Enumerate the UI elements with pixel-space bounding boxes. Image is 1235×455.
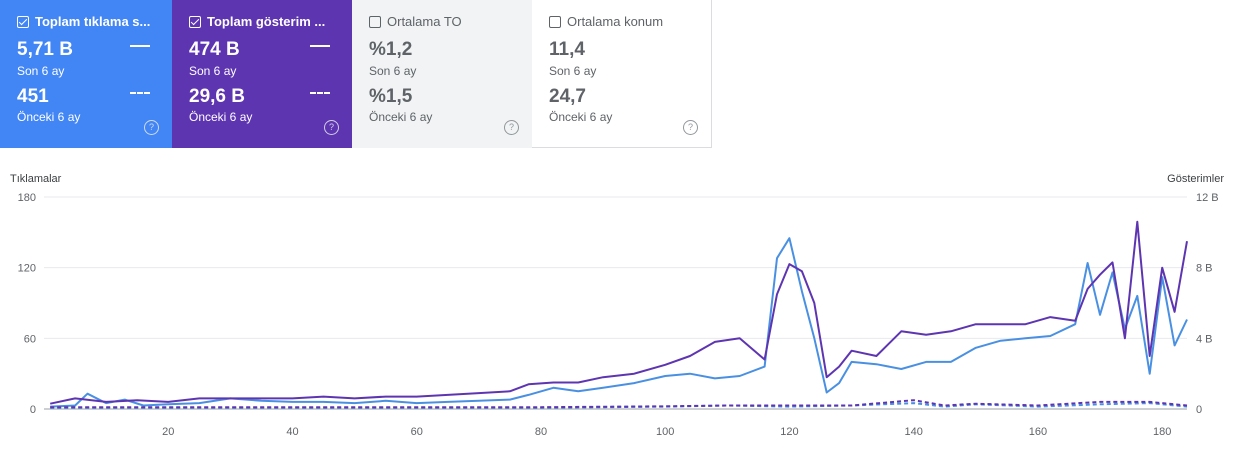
right-tick-label: 12 B: [1196, 192, 1219, 204]
previous-value: 24,7: [549, 86, 586, 107]
checkbox-checked-icon[interactable]: [17, 15, 29, 28]
checkbox-unchecked-icon[interactable]: [369, 15, 381, 28]
metric-cards: Toplam tıklama s... 5,71 B Son 6 ay 451 …: [0, 0, 712, 148]
help-icon[interactable]: ?: [144, 120, 159, 135]
current-period-label: Son 6 ay: [369, 64, 417, 78]
x-tick-label: 60: [411, 426, 423, 438]
left-tick-label: 0: [30, 404, 36, 416]
card-label: Ortalama TO: [387, 14, 462, 29]
x-tick-label: 140: [904, 426, 922, 438]
right-axis-title: Gösterimler: [1167, 173, 1224, 185]
current-value: 5,71 B: [17, 39, 73, 60]
previous-period-label: Önceki 6 ay: [189, 110, 253, 124]
card-header[interactable]: Ortalama TO: [369, 14, 462, 29]
dashed-line-legend-icon: [310, 92, 330, 94]
card-header[interactable]: Toplam gösterim ...: [189, 14, 325, 29]
current-period-label: Son 6 ay: [17, 64, 65, 78]
impressions-solid-series-line: [49, 220, 1188, 405]
help-icon[interactable]: ?: [504, 120, 519, 135]
previous-value: %1,5: [369, 86, 413, 107]
total-impressions-card[interactable]: Toplam gösterim ... 474 B Son 6 ay 29,6 …: [172, 0, 352, 148]
x-tick-label: 120: [780, 426, 798, 438]
x-tick-label: 20: [162, 426, 174, 438]
dashed-line-legend-icon: [130, 92, 150, 94]
x-tick-label: 80: [535, 426, 547, 438]
current-value: %1,2: [369, 39, 413, 60]
previous-value: 451: [17, 86, 49, 107]
right-tick-label: 4 B: [1196, 333, 1213, 345]
help-icon[interactable]: ?: [683, 120, 698, 135]
average-ctr-card[interactable]: Ortalama TO %1,2 Son 6 ay %1,5 Önceki 6 …: [352, 0, 532, 148]
previous-value: 29,6 B: [189, 86, 245, 107]
checkbox-checked-icon[interactable]: [189, 15, 201, 28]
previous-period-label: Önceki 6 ay: [369, 110, 433, 124]
solid-line-legend-icon: [310, 45, 330, 47]
left-tick-label: 60: [24, 333, 36, 345]
help-icon[interactable]: ?: [324, 120, 339, 135]
current-value: 11,4: [549, 39, 585, 60]
current-period-label: Son 6 ay: [549, 64, 597, 78]
performance-chart[interactable]: 180 12 B 120 8 B 60 4 B 0 0 20 40 60 80 100 120 140 160…: [0, 185, 1235, 455]
current-period-label: Son 6 ay: [189, 64, 237, 78]
total-clicks-card[interactable]: Toplam tıklama s... 5,71 B Son 6 ay 451 …: [0, 0, 172, 148]
clicks-solid-series-line: [50, 237, 1188, 408]
card-header[interactable]: Ortalama konum: [549, 14, 663, 29]
x-tick-label: 40: [286, 426, 298, 438]
x-tick-label: 100: [656, 426, 674, 438]
current-value: 474 B: [189, 39, 240, 60]
left-tick-label: 180: [18, 192, 36, 204]
average-position-card[interactable]: Ortalama konum 11,4 Son 6 ay 24,7 Önceki…: [532, 0, 712, 148]
card-header[interactable]: Toplam tıklama s...: [17, 14, 150, 29]
x-tick-label: 160: [1029, 426, 1047, 438]
previous-period-label: Önceki 6 ay: [549, 110, 613, 124]
checkbox-unchecked-icon[interactable]: [549, 15, 561, 28]
solid-line-legend-icon: [130, 45, 150, 47]
right-tick-label: 8 B: [1196, 263, 1213, 275]
card-label: Toplam gösterim ...: [207, 14, 326, 29]
left-axis-title: Tıklamalar: [10, 173, 62, 185]
left-tick-label: 120: [18, 263, 36, 275]
card-label: Toplam tıklama s...: [35, 14, 151, 29]
previous-period-label: Önceki 6 ay: [17, 110, 81, 124]
x-tick-label: 180: [1153, 426, 1171, 438]
right-tick-label: 0: [1196, 404, 1202, 416]
card-label: Ortalama konum: [567, 14, 664, 29]
